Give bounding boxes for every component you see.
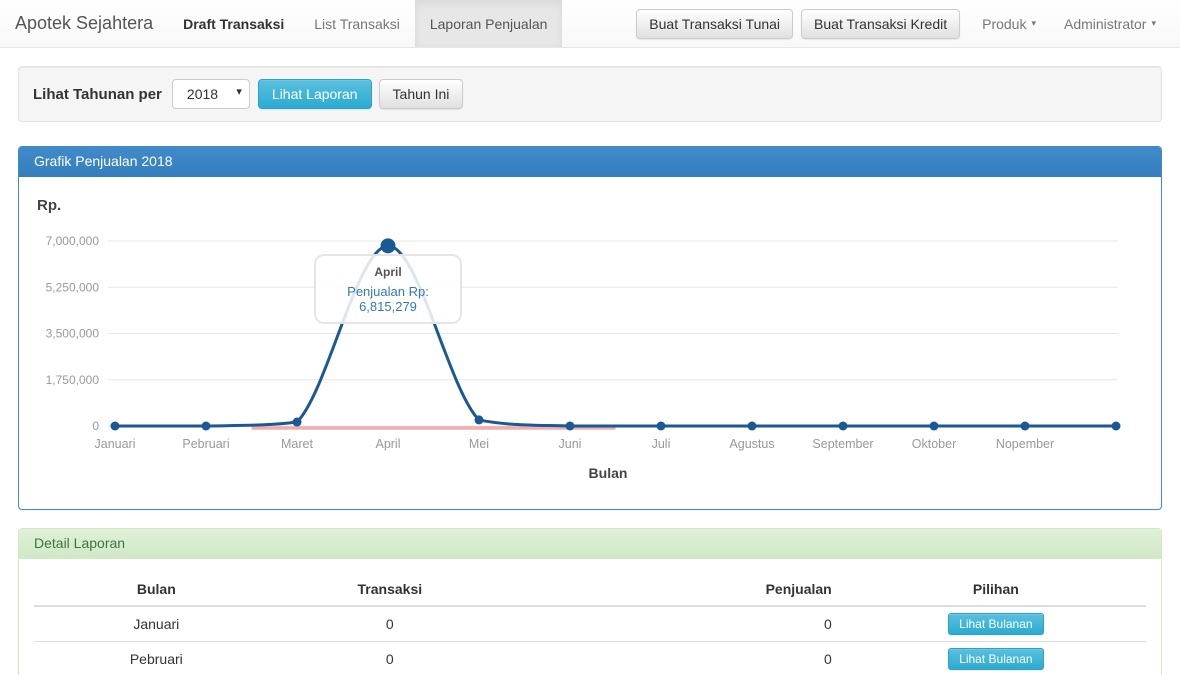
data-point[interactable] <box>202 422 211 431</box>
table-header-row: Bulan Transaksi Penjualan Pilihan <box>34 573 1146 606</box>
data-point[interactable] <box>930 422 939 431</box>
caret-down-icon: ▾ <box>1151 18 1156 29</box>
y-tick-label: 7,000,000 <box>46 234 100 248</box>
x-tick-label: Agustus <box>729 437 774 451</box>
data-point[interactable] <box>1112 422 1121 431</box>
detail-table-area: Bulan Transaksi Penjualan Pilihan Januar… <box>19 559 1161 675</box>
tooltip-month: April <box>322 265 454 279</box>
x-tick-label: April <box>375 437 400 451</box>
data-point[interactable] <box>657 422 666 431</box>
lihat-laporan-button[interactable]: Lihat Laporan <box>258 79 372 109</box>
nav-item-laporan-penjualan[interactable]: Laporan Penjualan <box>415 0 563 47</box>
chart-tooltip: April Penjualan Rp: 6,815,279 <box>314 254 462 324</box>
navbar-right: Buat Transaksi Tunai Buat Transaksi Kred… <box>636 0 1180 47</box>
col-header-penjualan: Penjualan <box>501 573 846 606</box>
y-tick-label: 3,500,000 <box>46 327 100 341</box>
x-axis-title: Bulan <box>589 465 628 481</box>
x-tick-label: Pebruari <box>182 437 229 451</box>
year-select-wrap: 2018 <box>172 79 250 109</box>
cell-month: Januari <box>34 606 279 642</box>
tooltip-value: Penjualan Rp: 6,815,279 <box>322 284 454 314</box>
data-point[interactable] <box>293 418 302 427</box>
data-point[interactable] <box>1021 422 1030 431</box>
lihat-bulanan-button[interactable]: Lihat Bulanan <box>948 613 1043 635</box>
nav-item-draft-transaksi[interactable]: Draft Transaksi <box>168 0 299 47</box>
x-tick-label: Nopember <box>996 437 1054 451</box>
y-tick-label: 5,250,000 <box>46 280 100 294</box>
cell-sales: 0 <box>501 606 846 642</box>
tahun-ini-button[interactable]: Tahun Ini <box>379 79 464 109</box>
x-tick-label: Mei <box>469 437 489 451</box>
chart-panel: Grafik Penjualan 2018 Rp. 7,000,0005,250… <box>18 146 1162 510</box>
data-point[interactable] <box>566 422 575 431</box>
detail-panel: Detail Laporan Bulan Transaksi Penjualan… <box>18 528 1162 675</box>
col-header-bulan: Bulan <box>34 573 279 606</box>
cell-sales: 0 <box>501 642 846 675</box>
y-tick-label: 1,750,000 <box>46 373 100 387</box>
administrator-dropdown[interactable]: Administrator▾ <box>1050 16 1170 32</box>
x-tick-label: Maret <box>281 437 313 451</box>
year-filter-label: Lihat Tahunan per <box>33 86 162 103</box>
detail-panel-title: Detail Laporan <box>19 529 1161 559</box>
data-point[interactable] <box>381 238 396 253</box>
produk-dropdown[interactable]: Produk▾ <box>968 16 1050 32</box>
lihat-bulanan-button[interactable]: Lihat Bulanan <box>948 648 1043 670</box>
year-filter-bar: Lihat Tahunan per 2018 Lihat Laporan Tah… <box>18 66 1162 122</box>
data-point[interactable] <box>748 422 757 431</box>
top-navbar: Apotek Sejahtera Draft Transaksi List Tr… <box>0 0 1180 48</box>
col-header-transaksi: Transaksi <box>279 573 501 606</box>
cell-transactions: 0 <box>279 606 501 642</box>
x-tick-label: Januari <box>95 437 136 451</box>
x-tick-label: Oktober <box>912 437 956 451</box>
table-row: Januari 0 0 Lihat Bulanan <box>34 606 1146 642</box>
buat-transaksi-kredit-button[interactable]: Buat Transaksi Kredit <box>801 9 960 39</box>
chart-panel-title: Grafik Penjualan 2018 <box>19 147 1161 177</box>
x-tick-label: September <box>812 437 873 451</box>
buat-transaksi-tunai-button[interactable]: Buat Transaksi Tunai <box>636 9 793 39</box>
x-tick-label: Juni <box>559 437 582 451</box>
col-header-pilihan: Pilihan <box>846 573 1146 606</box>
caret-down-icon: ▾ <box>1031 18 1036 29</box>
sales-line <box>115 246 1116 426</box>
sales-chart-area: Rp. 7,000,0005,250,0003,500,0001,750,000… <box>19 177 1161 509</box>
monthly-detail-table: Bulan Transaksi Penjualan Pilihan Januar… <box>34 573 1146 675</box>
data-point[interactable] <box>111 422 120 431</box>
year-select[interactable]: 2018 <box>172 79 250 109</box>
table-row: Pebruari 0 0 Lihat Bulanan <box>34 642 1146 675</box>
data-point[interactable] <box>839 422 848 431</box>
data-point[interactable] <box>475 415 484 424</box>
nav-item-list-transaksi[interactable]: List Transaksi <box>299 0 415 47</box>
app-brand[interactable]: Apotek Sejahtera <box>0 0 168 47</box>
cell-transactions: 0 <box>279 642 501 675</box>
sales-line-chart[interactable]: 7,000,000 5,250,000 3,500,000 1,750,000 0 Jan… <box>19 177 1161 509</box>
cell-month: Pebruari <box>34 642 279 675</box>
y-tick-label: 0 <box>92 419 99 433</box>
x-tick-label: Juli <box>652 437 671 451</box>
